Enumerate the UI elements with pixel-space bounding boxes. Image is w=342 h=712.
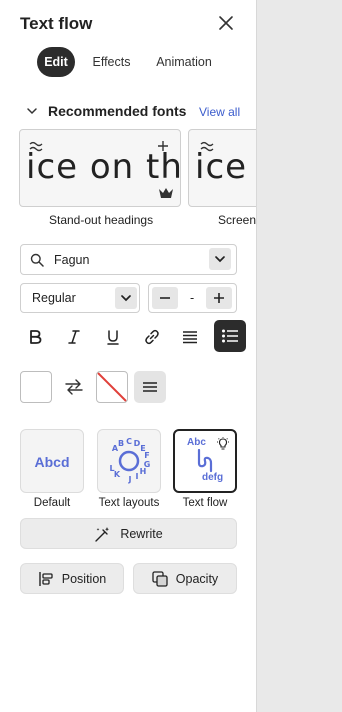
layout-preview-text: Abc [187, 437, 206, 448]
svg-text:H: H [140, 467, 147, 476]
chevron-down-icon[interactable] [209, 248, 231, 270]
font-size-value[interactable]: - [190, 291, 194, 305]
svg-text:K: K [114, 470, 121, 479]
text-flow-panel: Text flow Edit Effects Animation Recomme… [0, 0, 257, 712]
circular-text-preview: C DEF GHIJ BALK [109, 437, 150, 484]
italic-icon[interactable] [58, 321, 90, 353]
font-weight-value: Regular [32, 291, 76, 305]
font-search-field[interactable]: Fagun [20, 244, 237, 275]
svg-text:J: J [128, 475, 132, 484]
text-color-swatch[interactable] [20, 371, 52, 403]
font-weight-select[interactable]: Regular [20, 283, 140, 313]
font-sample: ice [195, 147, 248, 187]
font-card-label: Stand-out headings [49, 213, 154, 227]
flow-path-icon [197, 449, 213, 473]
opacity-label: Opacity [175, 571, 219, 586]
opacity-button[interactable]: Opacity [133, 563, 237, 594]
search-icon [30, 253, 44, 267]
layout-label: Default [33, 497, 71, 509]
canvas-area [257, 0, 342, 712]
layout-text-layouts-tile[interactable]: CDEF GHIJ BALK [97, 429, 161, 493]
swap-icon[interactable] [64, 378, 84, 401]
font-card-label: Screen- [218, 213, 257, 227]
layout-default-tile[interactable]: Abcd [20, 429, 84, 493]
layout-text-flow-tile[interactable]: Abc defg [173, 429, 237, 493]
font-sample: ice on the [26, 147, 181, 187]
background-color-none-swatch[interactable] [96, 371, 128, 403]
chevron-down-icon[interactable] [115, 287, 137, 309]
plus-icon[interactable] [206, 287, 232, 309]
font-card-screen[interactable]: ice [188, 129, 256, 207]
position-button[interactable]: Position [20, 563, 124, 594]
rewrite-label: Rewrite [120, 526, 163, 541]
svg-text:I: I [136, 472, 139, 481]
underline-icon[interactable] [97, 321, 129, 353]
recommended-fonts-header[interactable]: Recommended fonts [26, 103, 186, 119]
chevron-down-icon [27, 108, 37, 115]
opacity-icon [152, 570, 168, 587]
premium-crown-icon [159, 188, 173, 198]
svg-text:B: B [118, 439, 124, 448]
svg-text:C: C [126, 437, 132, 446]
layout-preview-text: defg [202, 472, 224, 483]
align-left-icon [39, 571, 53, 586]
panel-title: Text flow [20, 14, 93, 33]
tab-effects[interactable]: Effects [88, 47, 135, 77]
section-heading: Recommended fonts [48, 103, 187, 119]
tab-edit[interactable]: Edit [37, 47, 75, 77]
lightbulb-icon[interactable] [212, 433, 234, 455]
magic-wand-icon [95, 526, 110, 542]
font-search-input[interactable]: Fagun [54, 253, 89, 267]
view-all-link[interactable]: View all [199, 105, 240, 119]
layout-label: Text flow [182, 497, 228, 509]
layout-preview-text: Abcd [34, 454, 70, 470]
close-icon[interactable] [216, 13, 236, 33]
link-icon[interactable] [136, 321, 168, 353]
font-size-stepper[interactable]: - [148, 283, 237, 313]
bold-icon[interactable] [19, 321, 51, 353]
tab-animation[interactable]: Animation [152, 47, 216, 77]
layout-label: Text layouts [98, 497, 160, 509]
svg-text:A: A [112, 444, 119, 453]
bullet-list-icon[interactable] [214, 320, 246, 352]
rewrite-button[interactable]: Rewrite [20, 518, 237, 549]
align-justify-icon[interactable] [174, 321, 206, 353]
svg-text:F: F [144, 451, 149, 460]
highlight-style-icon[interactable] [134, 371, 166, 403]
minus-icon[interactable] [152, 287, 178, 309]
font-card-standout[interactable]: ice on the [19, 129, 181, 207]
position-label: Position [61, 571, 107, 586]
